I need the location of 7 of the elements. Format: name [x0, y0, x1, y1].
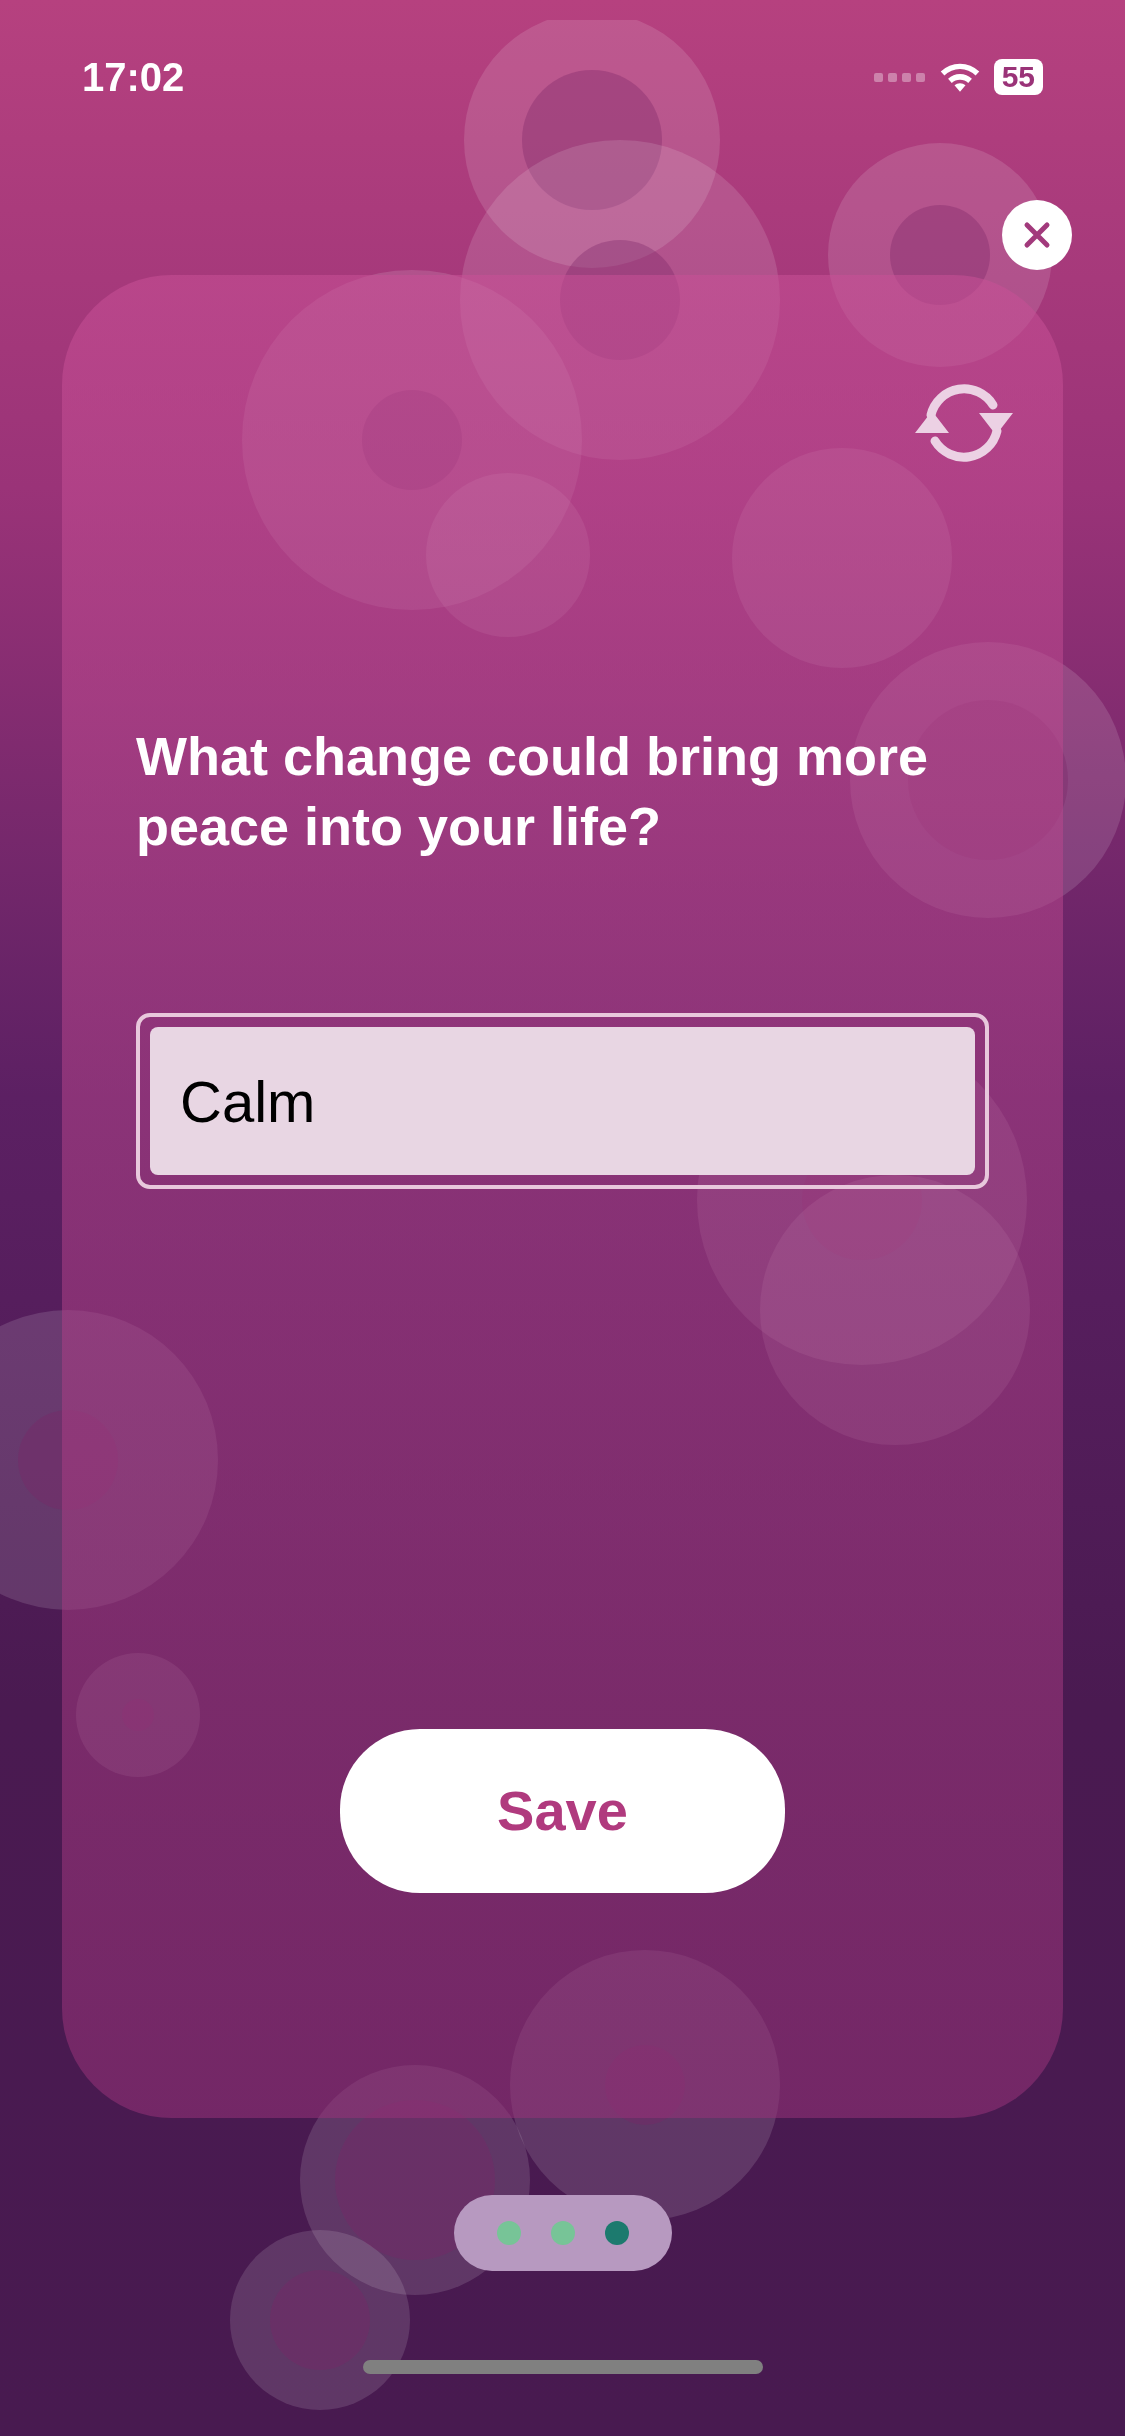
save-button[interactable]: Save [340, 1729, 785, 1894]
signal-icon [873, 71, 926, 83]
close-icon [1023, 221, 1051, 249]
battery-indicator: 55 [993, 59, 1043, 95]
status-time: 17:02 [82, 54, 185, 101]
question-text: What change could bring more peace into your life? [136, 725, 930, 859]
answer-field[interactable]: Calm [136, 1013, 989, 1190]
